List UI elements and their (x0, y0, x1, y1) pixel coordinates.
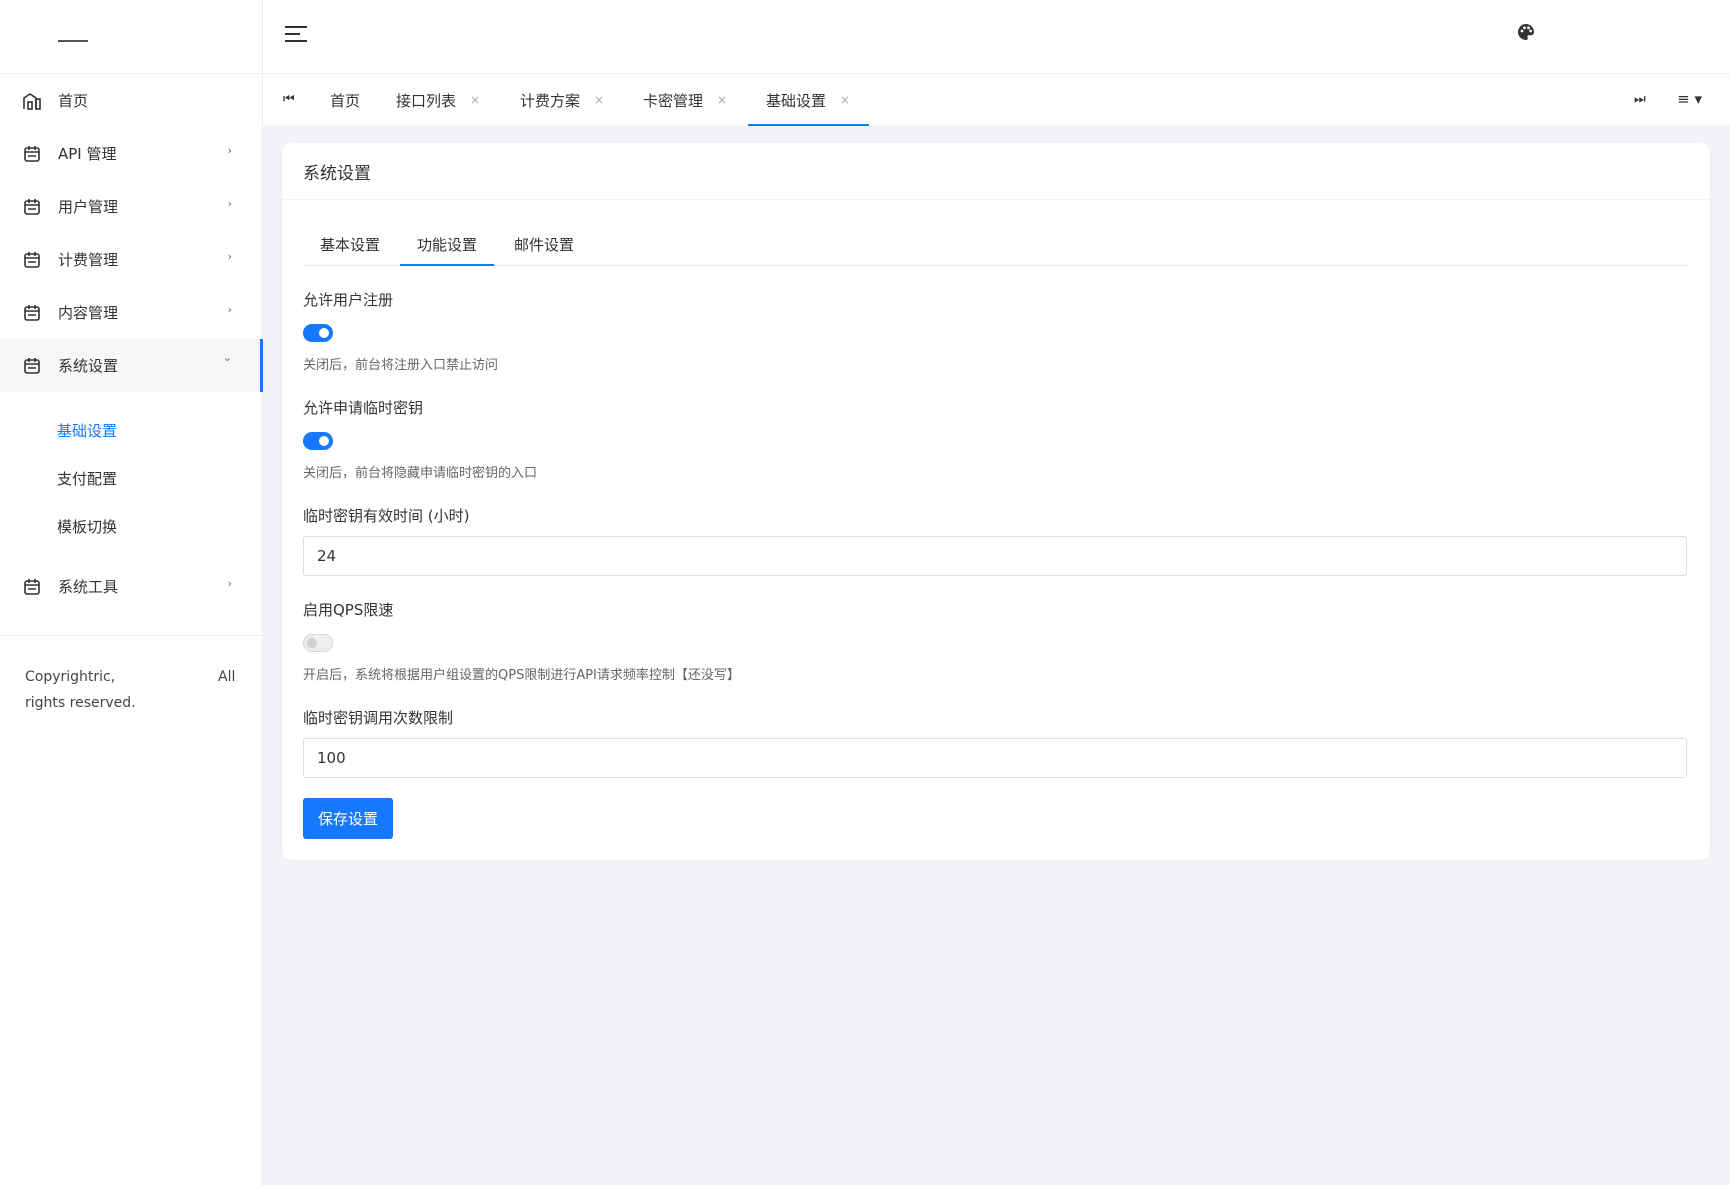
tab-label: 计费方案 (520, 91, 581, 110)
sidebar-item-label: 计费管理 (58, 251, 119, 269)
close-icon[interactable]: × (717, 93, 727, 107)
sidebar-item-label: 内容管理 (58, 304, 119, 322)
chevron-right-icon: › (227, 250, 232, 263)
tab-api-list[interactable]: 接口列表 × (396, 74, 480, 126)
tab-card-key[interactable]: 卡密管理 × (643, 74, 727, 126)
register-hint: 关闭后，前台将注册入口禁止访问 (303, 358, 499, 373)
calendar-icon (22, 577, 42, 597)
sidebar-item-users[interactable]: 用户管理 › (0, 180, 262, 233)
tabs-menu-icon[interactable]: ≡ ▾ (1677, 90, 1702, 108)
tab-mail[interactable]: 邮件设置 (514, 223, 574, 265)
sidebar-item-content[interactable]: 内容管理 › (0, 286, 262, 339)
chevron-right-icon: › (227, 197, 232, 210)
tab-basic[interactable]: 基本设置 (320, 223, 380, 265)
tab-home[interactable]: 首页 (330, 74, 360, 126)
hamburger-icon[interactable] (285, 26, 307, 47)
qps-label: 启用QPS限速 (303, 601, 394, 619)
copyright-line2: rights reserved. (25, 695, 136, 711)
dashboard-icon (22, 91, 42, 111)
save-button[interactable]: 保存设置 (303, 798, 393, 839)
page-title: 系统设置 (282, 143, 1710, 200)
sidebar-subitem-template-switch[interactable]: 模板切换 (0, 502, 262, 550)
tab-label: 首页 (330, 91, 361, 110)
qps-hint: 开启后，系统将根据用户组设置的QPS限制进行API请求频率控制【还没写】 (303, 668, 740, 683)
chevron-right-icon: › (227, 303, 232, 316)
close-icon[interactable]: × (470, 93, 480, 107)
temp-key-label: 允许申请临时密钥 (303, 399, 424, 417)
sidebar-subitem-payment-config[interactable]: 支付配置 (0, 454, 262, 502)
close-icon[interactable]: × (594, 93, 604, 107)
register-toggle[interactable] (303, 324, 333, 342)
calendar-icon (22, 250, 42, 270)
tab-features[interactable]: 功能设置 (399, 223, 495, 266)
tabs-prev-icon[interactable]: ⏮ (283, 92, 295, 107)
sidebar-subitem-basic-settings[interactable]: 基础设置 (0, 406, 262, 454)
settings-tabs: 基本设置 功能设置 邮件设置 (303, 223, 1689, 266)
sidebar-item-api[interactable]: API 管理 › (0, 127, 262, 180)
logo-mark (58, 40, 88, 42)
tab-billing-plan[interactable]: 计费方案 × (520, 74, 604, 126)
calendar-icon (22, 303, 42, 323)
sidebar-item-label: API 管理 (58, 145, 117, 163)
sidebar-item-system-tools[interactable]: 系统工具 › (0, 560, 262, 613)
logo[interactable] (0, 0, 262, 74)
tabs-next-icon[interactable]: ⏭ (1634, 92, 1646, 107)
temp-key-calls-input[interactable] (303, 738, 1687, 778)
qps-toggle[interactable] (303, 634, 333, 652)
chevron-right-icon: › (227, 577, 232, 590)
register-label: 允许用户注册 (303, 291, 394, 309)
temp-key-hours-label: 临时密钥有效时间 (小时) (303, 507, 470, 525)
sidebar-submenu: 基础设置 支付配置 模板切换 (0, 392, 262, 560)
sidebar: 首页 API 管理 › 用户管理 › 计费管理 › 内容管理 › 系统设置 ⌄ (0, 0, 263, 1185)
tab-label: 接口列表 (396, 91, 457, 110)
sidebar-item-label: 首页 (58, 92, 89, 110)
chevron-down-icon: ⌄ (222, 351, 232, 364)
settings-card: 系统设置 基本设置 功能设置 邮件设置 允许用户注册 关闭后，前台将注册入口禁止… (282, 143, 1710, 860)
temp-key-calls-label: 临时密钥调用次数限制 (303, 709, 454, 727)
topbar (263, 0, 1730, 74)
temp-key-hours-input[interactable] (303, 536, 1687, 576)
tab-label: 卡密管理 (643, 91, 704, 110)
sidebar-item-system-settings[interactable]: 系统设置 ⌄ (0, 339, 263, 392)
sidebar-item-label: 用户管理 (58, 198, 119, 216)
sidebar-item-home[interactable]: 首页 (0, 74, 262, 127)
tab-basic-settings[interactable]: 基础设置 × (747, 74, 870, 126)
temp-key-hint: 关闭后，前台将隐藏申请临时密钥的入口 (303, 466, 538, 481)
close-icon[interactable]: × (840, 93, 850, 107)
calendar-icon (22, 144, 42, 164)
tab-label: 基础设置 (766, 91, 827, 110)
calendar-icon (22, 197, 42, 217)
sidebar-item-label: 系统工具 (58, 578, 119, 596)
chevron-right-icon: › (227, 144, 232, 157)
sidebar-item-billing[interactable]: 计费管理 › (0, 233, 262, 286)
page-tabs: ⏮ 首页 接口列表 × 计费方案 × 卡密管理 × 基础设置 × ⏭ ≡ ▾ (263, 74, 1730, 127)
calendar-icon (22, 356, 42, 376)
copyright-all: All (218, 669, 236, 685)
copyright: Copyrightric, All rights reserved. (0, 636, 262, 716)
palette-icon[interactable] (1516, 22, 1536, 42)
sidebar-item-label: 系统设置 (58, 357, 119, 375)
temp-key-toggle[interactable] (303, 432, 333, 450)
copyright-line1: Copyrightric, (25, 669, 116, 685)
